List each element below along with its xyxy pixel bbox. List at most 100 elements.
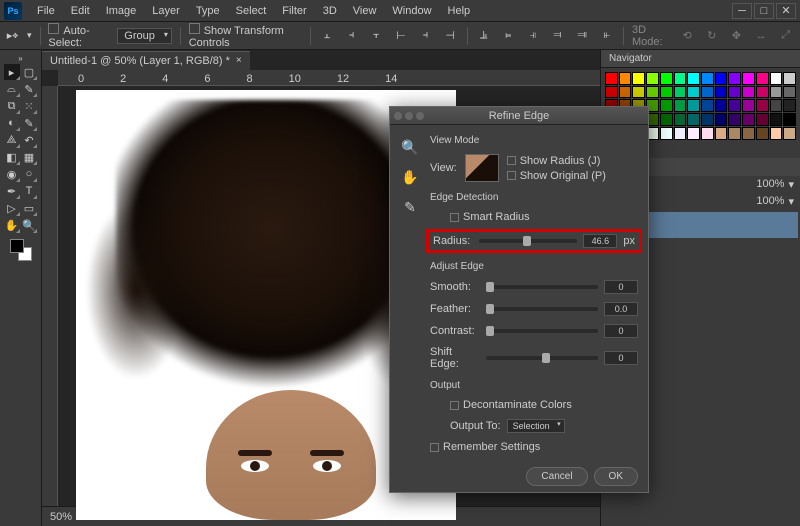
swatch[interactable] [605, 86, 618, 99]
shift-edge-slider[interactable] [486, 356, 598, 360]
swatch[interactable] [646, 72, 659, 85]
marquee-tool[interactable]: ▢ [21, 64, 37, 80]
swatch[interactable] [674, 127, 687, 140]
lasso-tool[interactable]: ⌓ [4, 81, 20, 97]
cancel-button[interactable]: Cancel [526, 467, 587, 486]
swatch[interactable] [742, 72, 755, 85]
align-right-icon[interactable]: ⊣ [442, 27, 459, 45]
path-tool[interactable]: ▷ [4, 200, 20, 216]
swatch[interactable] [674, 113, 687, 126]
shape-tool[interactable]: ▭ [21, 200, 37, 216]
brush-tool[interactable]: ✎ [21, 115, 37, 131]
smooth-value[interactable]: 0 [604, 280, 638, 294]
swatch[interactable] [674, 72, 687, 85]
align-top-icon[interactable]: ⫠ [319, 27, 336, 45]
smooth-slider[interactable] [486, 285, 598, 289]
swatch[interactable] [728, 113, 741, 126]
swatch[interactable] [632, 72, 645, 85]
radius-slider[interactable] [479, 239, 577, 243]
swatch[interactable] [715, 86, 728, 99]
swatch[interactable] [687, 86, 700, 99]
zoom-tool[interactable]: 🔍 [21, 217, 37, 233]
swatch[interactable] [701, 86, 714, 99]
distribute-icon[interactable]: ⫣ [525, 27, 542, 45]
zoom-tool-icon[interactable]: 🔍 [400, 137, 420, 157]
swatch[interactable] [783, 127, 796, 140]
swatch[interactable] [728, 127, 741, 140]
menu-layer[interactable]: Layer [145, 3, 187, 19]
history-brush-tool[interactable]: ↶ [21, 132, 37, 148]
swatch[interactable] [619, 72, 632, 85]
healing-tool[interactable]: ◐ [4, 115, 20, 131]
view-thumbnail[interactable] [465, 154, 499, 182]
maximize-button[interactable]: □ [754, 3, 774, 19]
3d-slide-icon[interactable]: ↔ [753, 27, 770, 45]
menu-help[interactable]: Help [441, 3, 478, 19]
swatch[interactable] [715, 113, 728, 126]
eyedropper-tool[interactable]: ⁙ [21, 98, 37, 114]
swatch[interactable] [770, 86, 783, 99]
swatch[interactable] [715, 127, 728, 140]
feather-slider[interactable] [486, 307, 598, 311]
menu-window[interactable]: Window [385, 3, 438, 19]
show-transform-checkbox[interactable]: Show Transform Controls [189, 23, 302, 49]
shift-edge-value[interactable]: 0 [604, 351, 638, 365]
show-radius-checkbox[interactable]: Show Radius (J) [507, 155, 606, 167]
swatch[interactable] [632, 86, 645, 99]
align-hcenter-icon[interactable]: ⫞ [417, 27, 434, 45]
swatch[interactable] [756, 99, 769, 112]
swatch[interactable] [770, 127, 783, 140]
swatch[interactable] [674, 86, 687, 99]
dodge-tool[interactable]: ○ [21, 166, 37, 182]
menu-image[interactable]: Image [99, 3, 144, 19]
swatch[interactable] [605, 72, 618, 85]
pen-tool[interactable]: ✒ [4, 183, 20, 199]
swatch[interactable] [770, 99, 783, 112]
menu-filter[interactable]: Filter [275, 3, 313, 19]
swatch[interactable] [742, 99, 755, 112]
foreground-color[interactable] [10, 239, 24, 253]
menu-select[interactable]: Select [229, 3, 274, 19]
swatch[interactable] [742, 113, 755, 126]
swatch[interactable] [687, 113, 700, 126]
menu-file[interactable]: File [30, 3, 62, 19]
color-swatch[interactable] [10, 239, 32, 261]
ok-button[interactable]: OK [594, 467, 638, 486]
3d-rotate-icon[interactable]: ⟲ [679, 27, 696, 45]
distribute-icon[interactable]: ⫡ [475, 27, 492, 45]
navigator-tab[interactable]: Navigator [601, 50, 800, 68]
swatch[interactable] [660, 86, 673, 99]
menu-type[interactable]: Type [189, 3, 227, 19]
swatch[interactable] [674, 99, 687, 112]
swatch[interactable] [646, 86, 659, 99]
auto-select-checkbox[interactable]: Auto-Select: [48, 23, 109, 49]
swatch[interactable] [783, 99, 796, 112]
swatch[interactable] [660, 72, 673, 85]
swatch[interactable] [783, 72, 796, 85]
fill-value[interactable]: 100% [756, 195, 784, 207]
swatch[interactable] [783, 86, 796, 99]
blur-tool[interactable]: ◉ [4, 166, 20, 182]
refine-brush-icon[interactable]: ✎ [400, 197, 420, 217]
3d-scale-icon[interactable]: ⤢ [777, 27, 794, 45]
swatch[interactable] [756, 127, 769, 140]
output-to-dropdown[interactable]: Selection [507, 419, 565, 433]
swatch[interactable] [770, 72, 783, 85]
menu-view[interactable]: View [346, 3, 384, 19]
swatch[interactable] [619, 86, 632, 99]
swatch[interactable] [728, 86, 741, 99]
close-button[interactable]: ✕ [776, 3, 796, 19]
swatch[interactable] [701, 99, 714, 112]
swatch[interactable] [701, 72, 714, 85]
remember-checkbox[interactable]: Remember Settings [430, 441, 638, 453]
radius-value[interactable]: 46.6 [583, 234, 617, 248]
feather-value[interactable]: 0.0 [604, 302, 638, 316]
decontaminate-checkbox[interactable]: Decontaminate Colors [450, 399, 638, 411]
menu-edit[interactable]: Edit [64, 3, 97, 19]
type-tool[interactable]: T [21, 183, 37, 199]
swatch[interactable] [660, 113, 673, 126]
align-bottom-icon[interactable]: ⫟ [368, 27, 385, 45]
contrast-value[interactable]: 0 [604, 324, 638, 338]
contrast-slider[interactable] [486, 329, 598, 333]
swatch[interactable] [701, 113, 714, 126]
